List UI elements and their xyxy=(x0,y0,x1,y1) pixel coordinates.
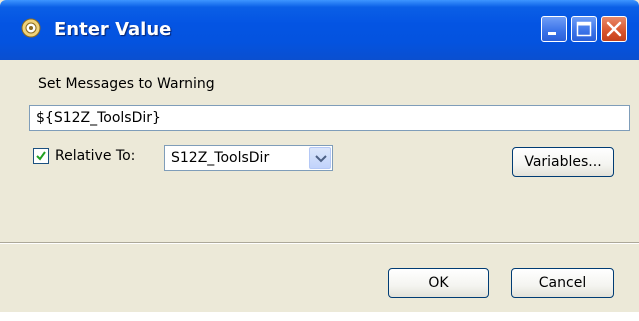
dropdown-button[interactable] xyxy=(309,147,331,169)
minimize-icon xyxy=(548,32,556,35)
close-icon xyxy=(606,21,622,37)
maximize-button[interactable] xyxy=(571,16,597,42)
relative-to-label[interactable]: Relative To: xyxy=(55,148,135,164)
relative-to-checkbox[interactable] xyxy=(33,148,49,164)
separator xyxy=(0,242,639,244)
variables-button[interactable]: Variables... xyxy=(512,147,614,177)
app-icon xyxy=(20,17,42,39)
ok-button[interactable]: OK xyxy=(388,268,489,298)
relative-to-select[interactable]: S12Z_ToolsDir xyxy=(164,145,333,171)
value-input[interactable] xyxy=(29,105,630,131)
maximize-icon xyxy=(576,21,592,37)
minimize-button[interactable] xyxy=(541,16,567,42)
window-title: Enter Value xyxy=(54,19,172,40)
close-button[interactable] xyxy=(601,16,627,42)
relative-to-select-value: S12Z_ToolsDir xyxy=(171,150,270,166)
chevron-down-icon xyxy=(315,155,327,163)
dialog-window: Enter Value Set Messages to Warning Rela… xyxy=(0,0,639,312)
checkmark-icon xyxy=(36,151,46,161)
cancel-button[interactable]: Cancel xyxy=(511,268,614,298)
message-label: Set Messages to Warning xyxy=(38,76,215,92)
title-bar[interactable]: Enter Value xyxy=(0,0,639,60)
